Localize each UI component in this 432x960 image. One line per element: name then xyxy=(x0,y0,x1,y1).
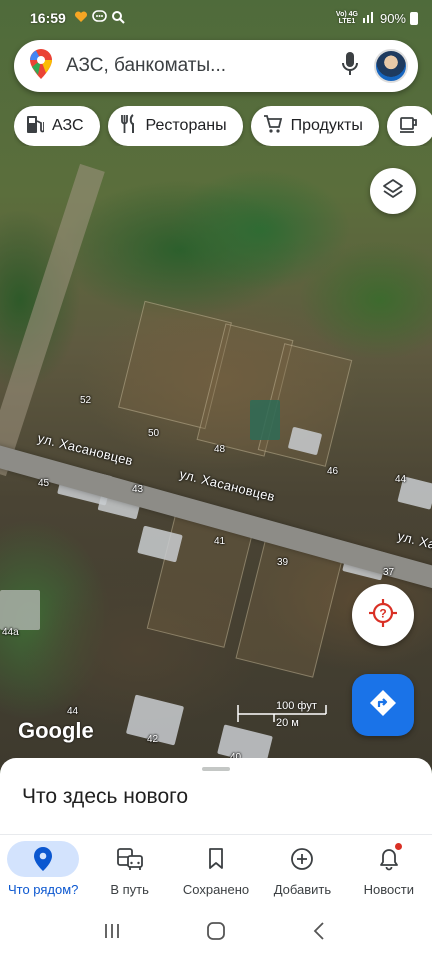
network-type-top: Vo) 4G xyxy=(335,11,358,18)
google-logo: Google xyxy=(18,718,94,743)
house-number: 37 xyxy=(383,567,395,578)
scale-bar: 100 фут 20 м xyxy=(236,700,328,730)
nav-label: Что рядом? xyxy=(7,882,79,897)
nav-explore[interactable]: Что рядом? xyxy=(0,835,86,906)
notification-dot xyxy=(394,843,402,850)
avatar[interactable] xyxy=(374,49,408,83)
chip-gas-stations[interactable]: АЗС xyxy=(14,106,100,146)
check-heart-icon xyxy=(74,10,88,27)
restaurant-icon xyxy=(120,113,138,139)
battery-icon xyxy=(410,11,418,25)
sheet-title: Что здесь нового xyxy=(22,785,189,808)
signal-icon xyxy=(362,10,376,26)
network-type-bottom: LTE1 xyxy=(338,18,356,25)
nav-label: Сохранено xyxy=(182,882,250,897)
house-number: 45 xyxy=(38,478,50,489)
home-button[interactable] xyxy=(206,921,226,946)
house-number: 42 xyxy=(147,734,159,745)
house-number: 50 xyxy=(148,428,160,439)
svg-text:?: ? xyxy=(379,606,386,620)
directions-icon xyxy=(369,689,397,722)
house-number: 41 xyxy=(214,536,226,547)
house-number: 44 xyxy=(67,706,79,717)
directions-button[interactable] xyxy=(352,674,414,736)
location-unknown-icon: ? xyxy=(368,598,398,633)
house-number: 46 xyxy=(327,466,339,477)
bottom-sheet[interactable]: Что здесь нового xyxy=(0,758,432,838)
layers-button[interactable] xyxy=(370,168,416,214)
house-number: 43 xyxy=(132,484,144,495)
chip-more[interactable] xyxy=(386,106,432,146)
scale-metric: 20 м xyxy=(276,717,299,729)
house-number: 48 xyxy=(214,444,226,455)
drag-handle[interactable] xyxy=(202,767,230,771)
network-indicator: Vo) 4G LTE1 xyxy=(336,11,358,25)
back-button[interactable] xyxy=(310,921,330,946)
house-number: 44 xyxy=(395,474,407,485)
chip-restaurants[interactable]: Рестораны xyxy=(107,106,243,146)
commute-icon xyxy=(94,841,166,877)
system-navigation-bar xyxy=(0,906,432,960)
status-bar: 16:59 Vo) 4G LTE1 90% xyxy=(0,0,432,36)
maps-pin-logo-icon xyxy=(30,48,52,84)
building xyxy=(0,590,40,630)
my-location-button[interactable]: ? xyxy=(352,584,414,646)
clock: 16:59 xyxy=(30,10,66,26)
house-number: 44а xyxy=(2,627,19,638)
nav-commute[interactable]: В путь xyxy=(86,835,172,906)
add-circle-icon xyxy=(266,841,338,877)
nav-saved[interactable]: Сохранено xyxy=(173,835,259,906)
bookmark-icon xyxy=(180,841,252,877)
street-label: ул. Ха xyxy=(396,528,432,553)
search-bar[interactable]: АЗС, банкоматы... xyxy=(14,40,418,92)
nav-contribute[interactable]: Добавить xyxy=(259,835,345,906)
bell-icon xyxy=(353,841,425,877)
chip-label: Рестораны xyxy=(145,117,227,134)
gas-station-icon xyxy=(26,114,45,139)
chip-label: АЗС xyxy=(52,117,84,134)
search-status-icon xyxy=(111,10,125,27)
chat-icon xyxy=(92,9,107,27)
building xyxy=(250,400,280,440)
chip-groceries[interactable]: Продукты xyxy=(250,106,379,146)
location-pin-icon xyxy=(7,841,80,877)
category-chips: АЗС Рестораны Продукты xyxy=(14,106,432,146)
recent-apps-button[interactable] xyxy=(102,921,122,946)
house-number: 52 xyxy=(80,395,92,406)
nav-label: Добавить xyxy=(273,882,332,897)
search-input[interactable]: АЗС, банкоматы... xyxy=(66,55,340,77)
cart-icon xyxy=(263,114,283,139)
dirt-road xyxy=(0,163,105,477)
nav-updates[interactable]: Новости xyxy=(346,835,432,906)
battery-percent: 90% xyxy=(379,10,406,26)
microphone-icon[interactable] xyxy=(340,51,360,82)
layers-icon xyxy=(382,178,404,205)
coffee-icon xyxy=(399,114,419,139)
nav-label: Новости xyxy=(363,882,414,897)
nav-label: В путь xyxy=(110,882,149,897)
bottom-navigation: Что рядом? В путь Сохранено Добавить Нов… xyxy=(0,834,432,906)
house-number: 39 xyxy=(277,557,289,568)
chip-label: Продукты xyxy=(290,117,363,134)
